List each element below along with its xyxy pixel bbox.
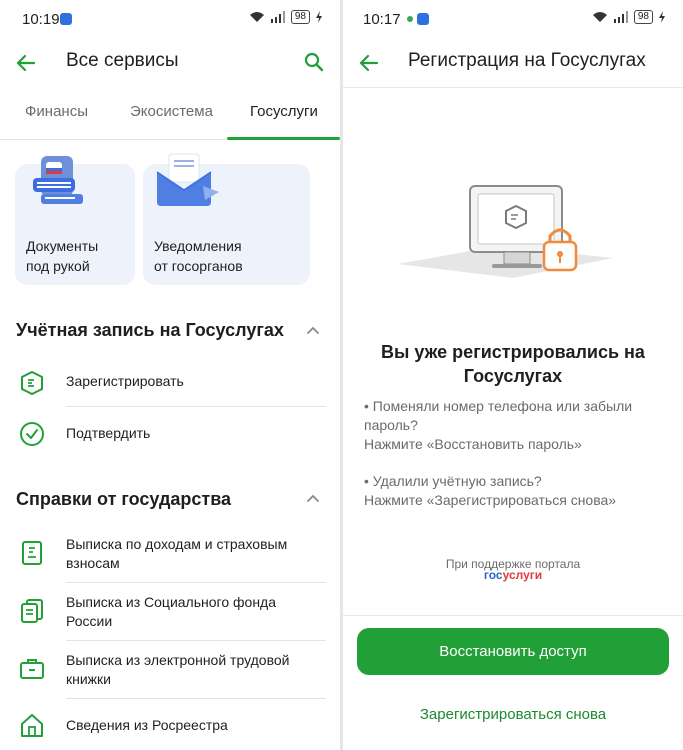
documents-icon xyxy=(33,156,83,204)
notification-app-icon xyxy=(60,13,72,25)
document-ruble-icon xyxy=(22,541,42,565)
status-time: 10:17 xyxy=(363,11,401,28)
briefcase-icon xyxy=(20,659,44,679)
gosuslugi-logo: госуслуги xyxy=(483,568,543,582)
list-item-label: Зарегистрировать xyxy=(66,373,184,389)
chevron-up-icon[interactable] xyxy=(306,325,320,335)
wifi-icon xyxy=(249,12,264,22)
card-documents-label: Документы под рукой xyxy=(26,238,99,274)
notification-dot-icon xyxy=(407,16,413,22)
message-heading: Вы уже регистрировались на Госуслугах xyxy=(381,342,645,386)
section-title-account: Учётная запись на Госуслугах xyxy=(16,320,284,340)
list-item-label: Выписка из Социального фонда России xyxy=(66,594,277,629)
chevron-up-icon[interactable] xyxy=(306,493,320,503)
tab-bar: Финансы Экосистема Госуслуги xyxy=(0,93,340,140)
computer-lock-illustration xyxy=(398,185,613,278)
divider xyxy=(66,582,326,583)
tab-gosuslugi[interactable]: Госуслуги xyxy=(250,103,318,120)
list-item-label: Сведения из Росреестра xyxy=(66,717,228,733)
charging-icon xyxy=(659,11,665,23)
list-item-label: Выписка из электронной трудовой книжки xyxy=(66,652,290,687)
tip-account-deleted: • Удалили учётную запись? Нажмите «Зарег… xyxy=(364,473,617,508)
envelope-icon xyxy=(156,153,219,206)
tab-finance[interactable]: Финансы xyxy=(25,103,88,120)
status-bar: 10:19 98 xyxy=(0,0,340,40)
list-item-confirm[interactable]: Подтвердить xyxy=(0,414,340,458)
section-title-certificates: Справки от государства xyxy=(16,489,232,509)
all-services-screen: 10:19 98 Все сервисы Финансы Экосистема … xyxy=(0,0,340,750)
list-item-rosreestr[interactable]: Сведения из Росреестра xyxy=(0,704,340,750)
status-bar: 10:17 98 xyxy=(343,0,683,40)
gosuslugi-register-icon xyxy=(21,370,43,396)
battery-icon: 98 xyxy=(290,10,310,24)
tip-forgot-password: • Поменяли номер телефона или забыли пар… xyxy=(364,398,633,452)
divider xyxy=(66,698,326,699)
check-circle-icon xyxy=(20,422,44,446)
list-item-register[interactable]: Зарегистрировать xyxy=(0,362,340,406)
register-again-button[interactable]: Зарегистрироваться снова xyxy=(343,706,683,723)
system-icons: 98 xyxy=(249,10,322,24)
card-documents[interactable]: Документы под рукой xyxy=(15,156,135,285)
list-item-label: Выписка по доходам и страховым взносам xyxy=(66,536,288,571)
signal-icon xyxy=(613,11,628,23)
top-app-bar: Все сервисы xyxy=(0,40,340,86)
documents-stack-icon xyxy=(21,599,43,623)
active-tab-indicator xyxy=(227,137,340,140)
restore-access-button[interactable]: Восстановить доступ xyxy=(357,628,669,675)
bottom-actions: Восстановить доступ Зарегистрироваться с… xyxy=(343,615,683,750)
list-item-label: Подтвердить xyxy=(66,425,151,441)
house-icon xyxy=(21,714,43,737)
registration-screen: 10:17 98 Регистрация на Госуслугах Вы уж… xyxy=(343,0,683,750)
card-notifications-label: Уведомления от госорганов xyxy=(154,238,243,274)
back-arrow-icon[interactable] xyxy=(14,51,38,75)
divider xyxy=(66,406,326,407)
status-time: 10:19 xyxy=(22,11,60,28)
list-item-employment-record[interactable]: Выписка из электронной трудовой книжки xyxy=(0,646,340,698)
list-item-income-statement[interactable]: Выписка по доходам и страховым взносам xyxy=(0,530,340,582)
search-icon[interactable] xyxy=(302,50,326,74)
system-icons: 98 xyxy=(592,10,665,24)
page-title: Регистрация на Госуслугах xyxy=(408,50,646,71)
charging-icon xyxy=(316,11,322,23)
page-title: Все сервисы xyxy=(66,50,179,71)
battery-icon: 98 xyxy=(633,10,653,24)
back-arrow-icon[interactable] xyxy=(357,51,381,75)
tab-ecosystem[interactable]: Экосистема xyxy=(130,103,213,120)
signal-icon xyxy=(270,11,285,23)
wifi-icon xyxy=(592,12,607,22)
list-item-social-fund[interactable]: Выписка из Социального фонда России xyxy=(0,588,340,640)
card-notifications[interactable]: Уведомления от госорганов xyxy=(143,153,310,285)
top-app-bar: Регистрация на Госуслугах xyxy=(343,40,683,88)
divider xyxy=(66,640,326,641)
notification-app-icon xyxy=(417,13,429,25)
